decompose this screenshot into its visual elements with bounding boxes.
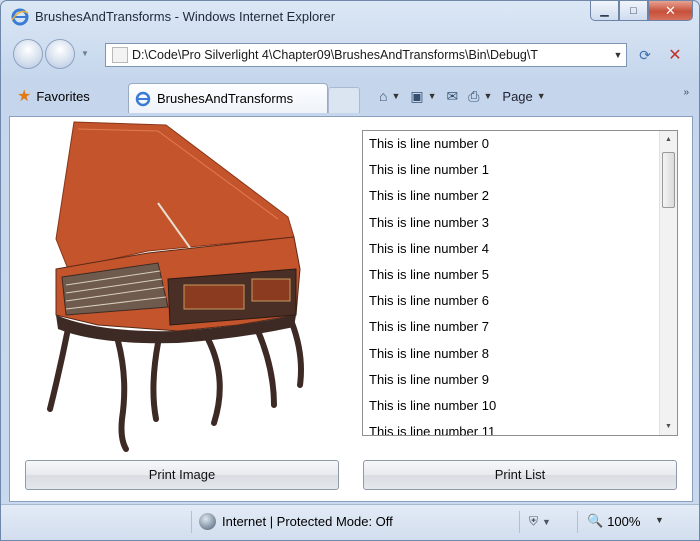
list-item[interactable]: This is line number 8 [363,341,659,367]
internet-explorer-icon [135,91,151,106]
status-bar: Internet | Protected Mode: Off ⛨ ▼ 🔍 100… [1,504,699,540]
vertical-scrollbar[interactable]: ▲ ▼ [659,131,677,435]
status-divider [577,511,578,533]
home-button[interactable]: ⌂ ▼ [379,88,400,104]
list-item[interactable]: This is line number 3 [363,210,659,236]
close-icon: ✕ [665,2,676,18]
zone-label: Internet | Protected Mode: Off [222,514,393,529]
mail-icon: ✉ [446,87,459,104]
chevron-down-icon[interactable]: ▼ [610,50,626,60]
scroll-up-icon[interactable]: ▲ [660,131,677,148]
minimize-icon: ▁ [600,5,609,17]
zoom-level: 100% [607,513,641,529]
minimize-button[interactable]: ▁ [590,1,619,21]
list-items: This is line number 0 This is line numbe… [363,131,659,435]
protected-mode-button[interactable]: ⛨ ▼ [529,514,551,529]
list-item[interactable]: This is line number 11 [363,419,659,435]
refresh-icon: ⟳ [639,46,651,63]
security-zone[interactable]: Internet | Protected Mode: Off [199,513,393,530]
print-list-button[interactable]: Print List [363,460,677,490]
command-bar: ⌂ ▼ ▣ ▼ ✉ ⎙ ▼ Page ▼ [379,85,546,107]
scroll-down-icon[interactable]: ▼ [660,418,677,435]
close-button[interactable]: ✕ [648,1,693,21]
home-icon: ⌂ [379,88,388,104]
refresh-button[interactable]: ⟳ [631,43,659,67]
maximize-button[interactable]: □ [619,1,648,21]
zoom-icon: 🔍 [587,513,604,528]
chevron-down-icon[interactable]: ▼ [391,91,400,101]
forward-button[interactable] [45,39,75,69]
internet-explorer-icon [11,8,29,26]
address-bar[interactable]: D:\Code\Pro Silverlight 4\Chapter09\Brus… [105,43,627,67]
recent-pages-dropdown[interactable]: ▼ [81,49,89,58]
feeds-button[interactable]: ▣ ▼ [410,88,436,105]
more-commands-icon[interactable]: » [683,87,689,98]
tab-label: BrushesAndTransforms [157,91,294,106]
chevron-down-icon: ▼ [536,91,546,101]
maximize-icon: □ [630,4,637,17]
stop-button[interactable]: ✕ [661,43,689,67]
list-item[interactable]: This is line number 0 [363,131,659,157]
scroll-thumb[interactable] [662,152,675,208]
navigation-bar: ▼ D:\Code\Pro Silverlight 4\Chapter09\Br… [1,37,699,73]
favorites-button[interactable]: ★ Favorites [17,84,90,108]
page-content: This is line number 0 This is line numbe… [9,116,693,502]
tab-brushes-and-transforms[interactable]: BrushesAndTransforms [128,83,328,113]
address-url[interactable]: D:\Code\Pro Silverlight 4\Chapter09\Brus… [132,48,610,62]
back-button[interactable] [13,39,43,69]
chevron-down-icon[interactable]: ▼ [655,515,664,525]
list-item[interactable]: This is line number 2 [363,183,659,209]
lines-listbox[interactable]: This is line number 0 This is line numbe… [362,130,678,436]
rss-icon: ▣ [410,87,424,104]
title-bar: BrushesAndTransforms - Windows Internet … [1,1,699,33]
window-title: BrushesAndTransforms - Windows Internet … [35,9,336,24]
list-item[interactable]: This is line number 4 [363,236,659,262]
star-icon: ★ [17,88,32,105]
chevron-down-icon[interactable]: ▼ [483,91,492,101]
caption-buttons: ▁ □ ✕ [590,1,693,21]
print-button[interactable]: ⎙ ▼ [468,88,492,105]
new-tab-button[interactable] [328,87,360,113]
stop-icon: ✕ [668,47,682,64]
printer-icon: ⎙ [468,87,480,104]
page-menu[interactable]: Page ▼ [502,89,545,104]
chevron-down-icon[interactable]: ▼ [428,91,437,101]
page-menu-label: Page [502,88,533,104]
globe-icon [199,513,216,530]
tab-bar: ★ Favorites BrushesAndTransforms ⌂ ▼ ▣ ▼ ✉… [1,79,699,113]
print-image-button[interactable]: Print Image [25,460,339,490]
list-item[interactable]: This is line number 9 [363,367,659,393]
zoom-button[interactable]: 🔍 100% [587,513,640,529]
list-item[interactable]: This is line number 7 [363,314,659,340]
status-divider [519,511,520,533]
list-item[interactable]: This is line number 6 [363,288,659,314]
status-divider [191,511,192,533]
mail-button[interactable]: ✉ [447,88,459,105]
list-item[interactable]: This is line number 5 [363,262,659,288]
list-item[interactable]: This is line number 1 [363,157,659,183]
list-item[interactable]: This is line number 10 [363,393,659,419]
chevron-down-icon: ▼ [542,516,551,527]
browser-window: BrushesAndTransforms - Windows Internet … [0,0,700,541]
favorites-label: Favorites [36,88,90,104]
harpsichord-image [47,121,304,452]
shield-icon: ⛨ [529,514,539,528]
page-icon [112,47,128,63]
